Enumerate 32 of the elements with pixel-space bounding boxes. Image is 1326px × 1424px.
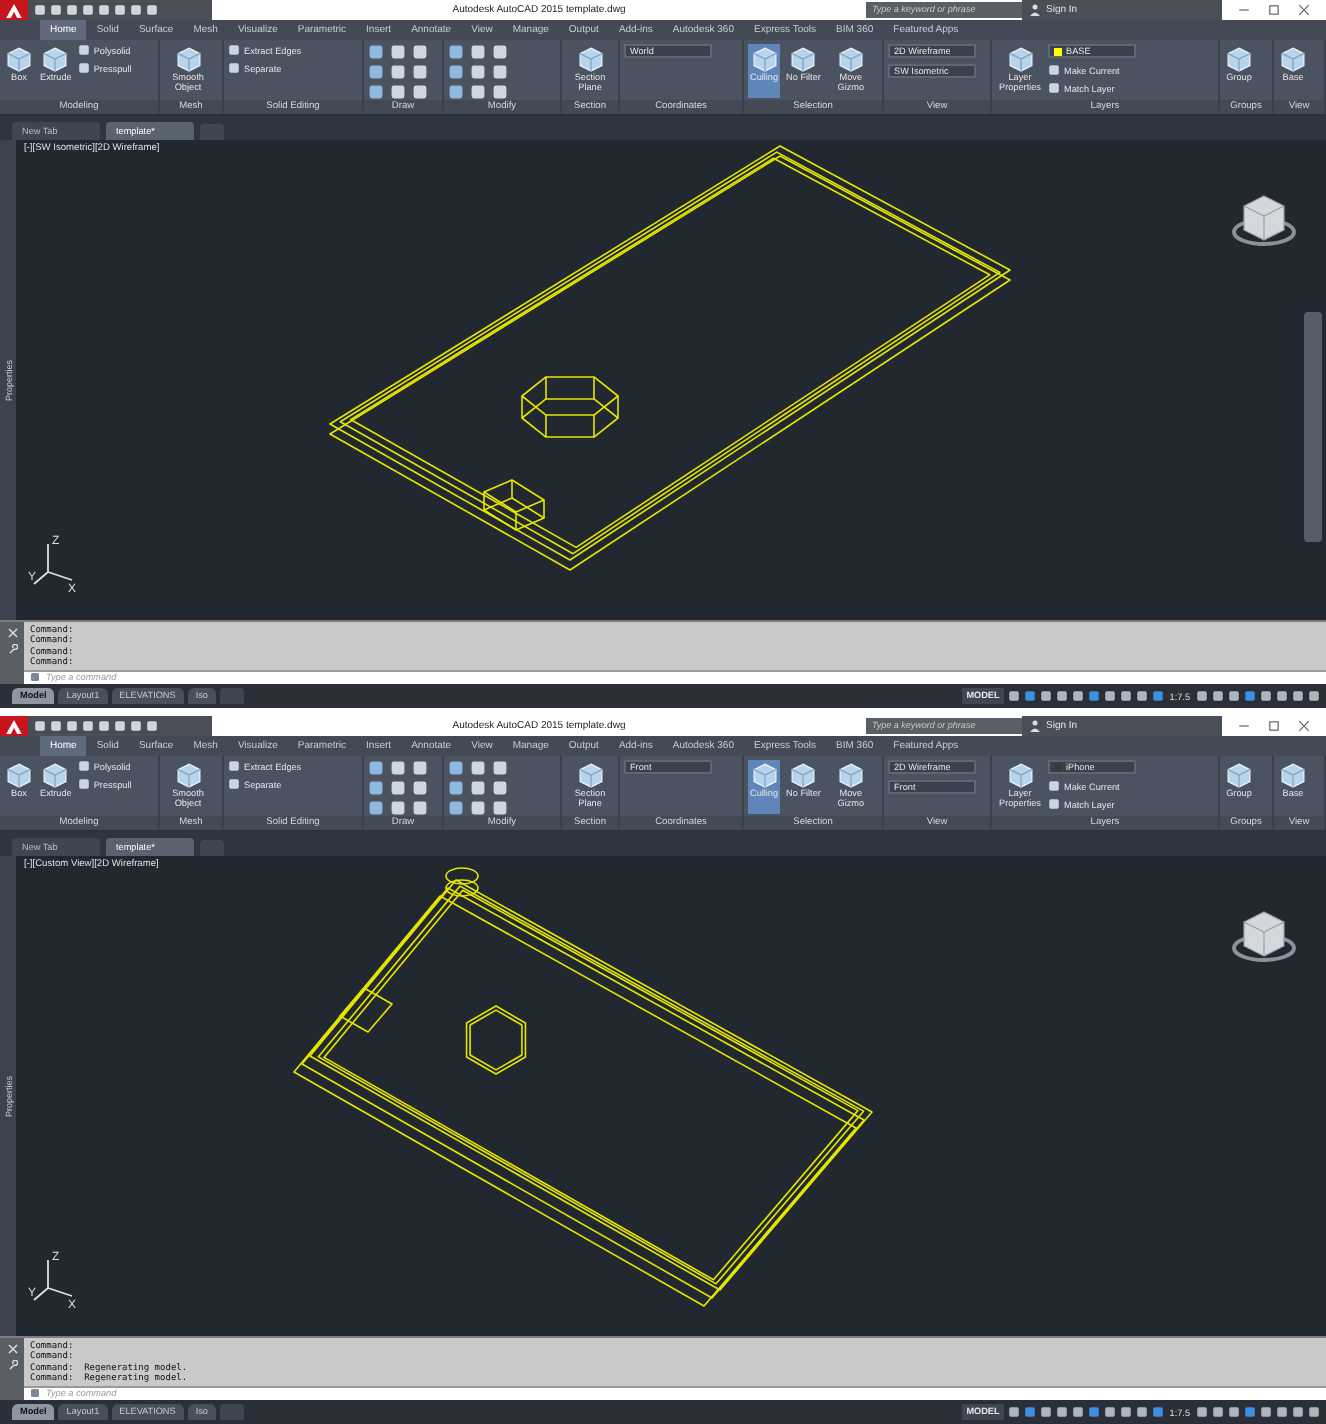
cube-icon	[1280, 762, 1306, 788]
user-icon	[1030, 4, 1040, 16]
cube-icon	[1280, 46, 1306, 72]
cube-icon	[790, 46, 817, 72]
cube-icon	[1226, 762, 1252, 788]
maximize-icon[interactable]	[1268, 720, 1280, 732]
command-icon[interactable]	[30, 672, 40, 683]
cube-icon	[1007, 46, 1033, 72]
user-icon	[1030, 720, 1040, 732]
close-icon[interactable]	[1298, 4, 1310, 16]
command-icon[interactable]	[30, 1388, 40, 1399]
cube-icon	[1226, 46, 1252, 72]
cube-icon	[577, 762, 603, 788]
cube-icon	[837, 46, 864, 72]
cube-icon	[577, 46, 603, 72]
wrench-icon[interactable]	[7, 644, 17, 654]
cube-icon	[6, 762, 32, 788]
cube-icon	[1007, 762, 1033, 788]
application-button[interactable]	[0, 0, 28, 20]
cube-icon	[42, 46, 69, 72]
cube-icon	[751, 762, 778, 788]
cube-icon	[175, 762, 201, 788]
cube-icon	[42, 762, 69, 788]
application-button[interactable]	[0, 716, 28, 736]
cube-icon	[751, 46, 778, 72]
cube-icon	[790, 762, 817, 788]
cube-icon	[6, 46, 32, 72]
cube-icon	[175, 46, 201, 72]
wrench-icon[interactable]	[7, 1360, 17, 1370]
cube-icon	[837, 762, 864, 788]
maximize-icon[interactable]	[1268, 4, 1280, 16]
close-icon[interactable]	[1298, 720, 1310, 732]
